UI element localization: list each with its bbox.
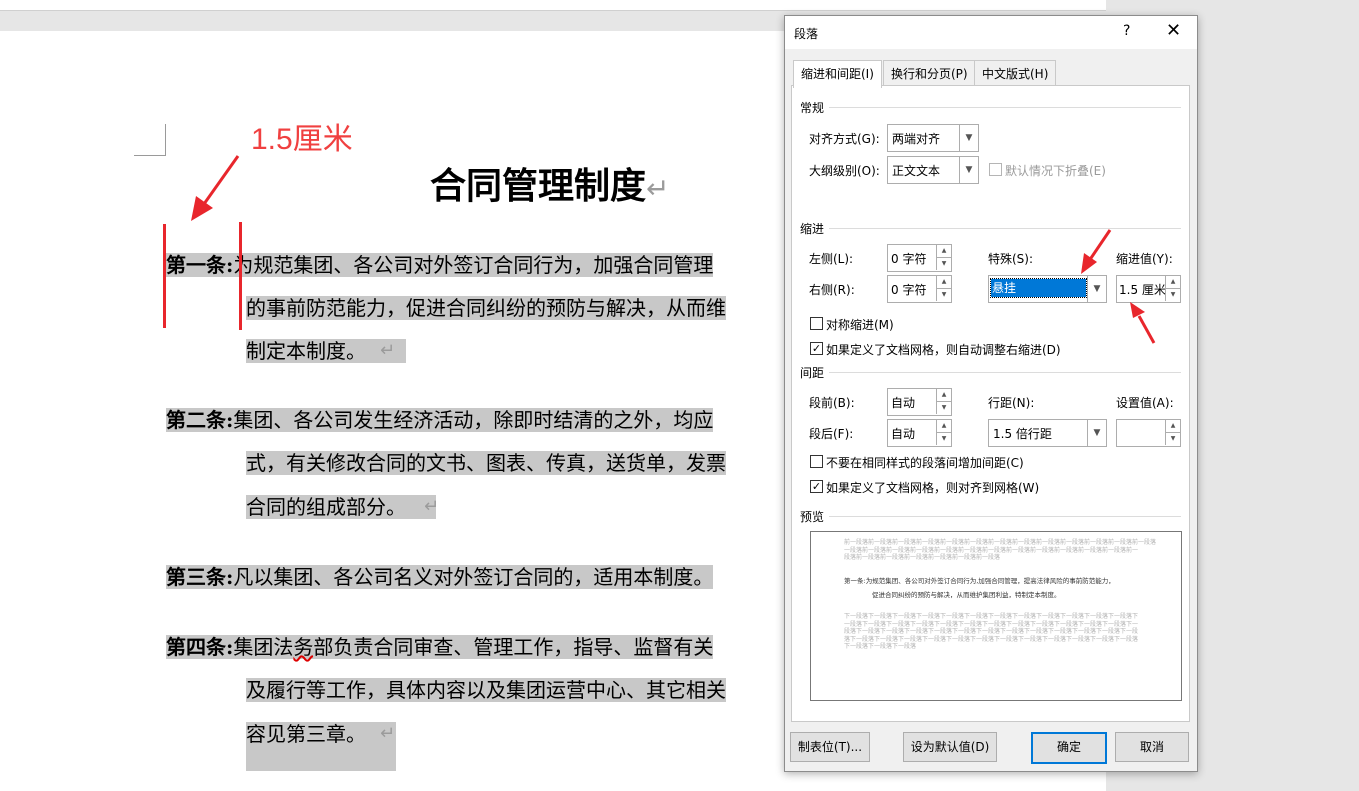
arrowhead-icon [1081,253,1097,274]
arrow-to-special-icon [1087,229,1112,262]
tab-indent-spacing[interactable]: 缩进和间距(I) [793,60,882,88]
arrowhead-icon [1130,302,1145,318]
arrow-to-indent-icon [202,155,240,205]
arrow-to-indent-value-icon [1137,315,1156,344]
arrowhead-icon [191,196,213,221]
annotation-arrows [191,155,1156,344]
